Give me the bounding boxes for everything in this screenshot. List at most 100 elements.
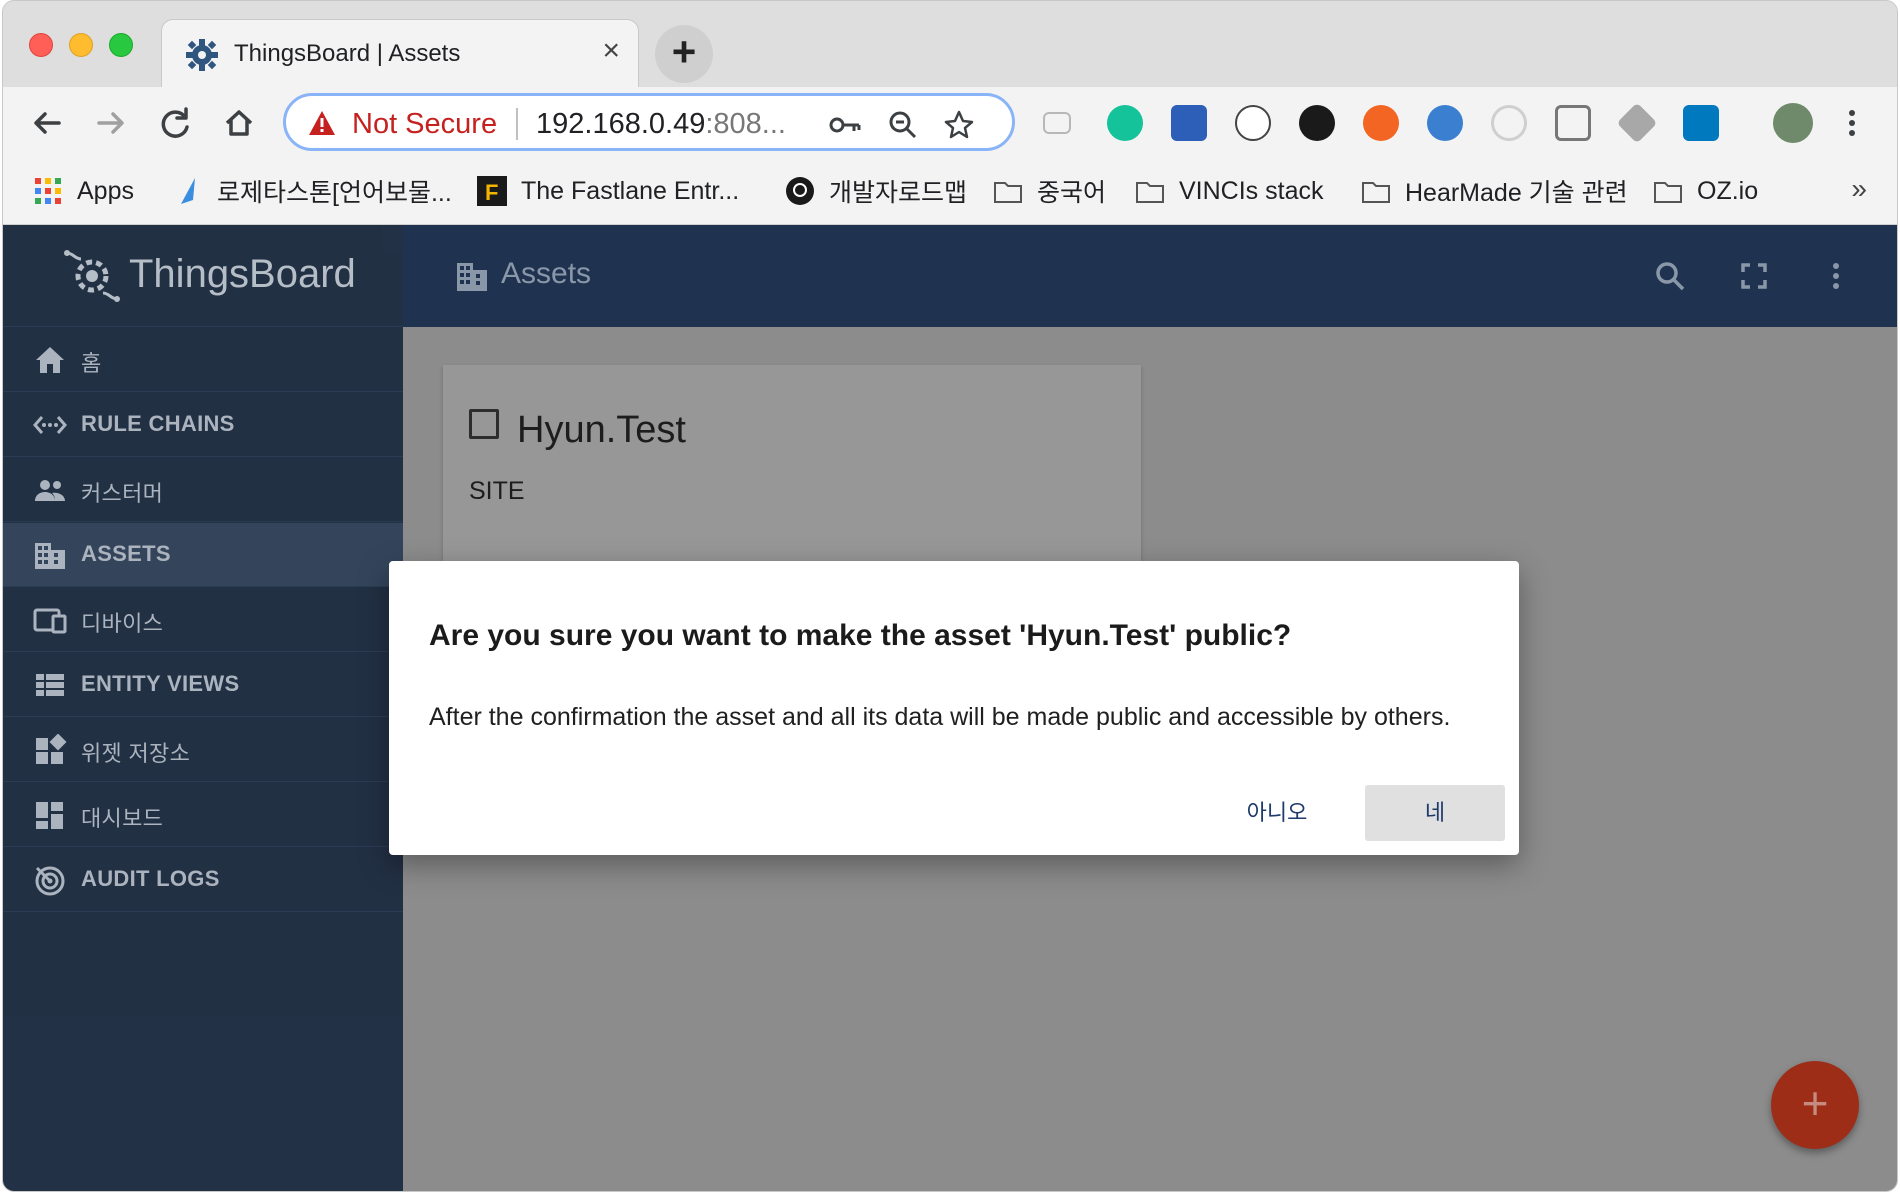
github-icon (786, 177, 814, 205)
tab-title: ThingsBoard | Assets (234, 40, 461, 67)
devices-icon (33, 608, 67, 634)
bookmarks-overflow-icon[interactable]: » (1851, 173, 1867, 205)
back-arrow-icon[interactable] (25, 101, 69, 145)
tab-close-icon[interactable]: × (602, 36, 620, 66)
more-vert-icon[interactable] (1819, 259, 1853, 293)
dialog-message: After the confirmation the asset and all… (429, 703, 1451, 731)
zoom-window-button[interactable] (109, 33, 133, 57)
page-title: Assets (501, 257, 592, 290)
confirm-dialog: Are you sure you want to make the asset … (389, 561, 1519, 855)
svg-text:F: F (485, 180, 498, 205)
fastlane-icon: F (477, 176, 507, 206)
home-icon[interactable] (217, 101, 261, 145)
sidebar-item-entity-views[interactable]: ENTITY VIEWS (3, 653, 403, 717)
tab-thingsboard-assets[interactable]: ThingsBoard | Assets × (161, 19, 639, 87)
tab-strip: ThingsBoard | Assets × + (3, 1, 1897, 87)
grammarly-icon[interactable] (1107, 105, 1143, 141)
bookmark-item[interactable]: 중국어 (993, 173, 1106, 209)
json-extension-icon[interactable] (1235, 105, 1271, 141)
bookmark-label: Apps (77, 176, 134, 205)
bookmark-item[interactable]: OZ.io (1653, 173, 1758, 209)
sidebar-item-widgets[interactable]: 위젯 저장소 (3, 718, 403, 782)
globe-extension-icon[interactable] (1427, 105, 1463, 141)
confirm-button[interactable]: 네 (1365, 785, 1505, 841)
search-icon[interactable] (1653, 259, 1687, 293)
bookmark-item[interactable]: F The Fastlane Entr... (477, 173, 739, 209)
asset-card[interactable]: Hyun.Test SITE (443, 365, 1141, 575)
folder-icon (994, 182, 1022, 203)
url-rest: :808... (705, 108, 786, 140)
reload-icon[interactable] (153, 101, 197, 145)
add-asset-button[interactable]: + (1771, 1061, 1859, 1149)
zoom-icon[interactable] (886, 108, 920, 142)
customers-icon (35, 480, 65, 501)
bookmarks-bar: Apps 로제타스톤[언어보물... F The Fastlane Entr..… (3, 159, 1897, 225)
browser-toolbar: Not Secure 192.168.0.49:808... (3, 87, 1897, 159)
widgets-icon (36, 734, 67, 764)
assets-building-icon (457, 263, 487, 291)
sidebar-item-home[interactable]: 홈 (3, 328, 403, 392)
cancel-button[interactable]: 아니오 (1223, 785, 1331, 841)
bookmark-item[interactable]: 개발자로드맵 (785, 173, 967, 209)
bookmark-label: OZ.io (1697, 176, 1759, 205)
sidebar-item-label: RULE CHAINS (81, 411, 235, 436)
tag-extension-icon[interactable] (1616, 102, 1658, 144)
rule-chains-icon (33, 416, 67, 434)
address-bar[interactable]: Not Secure 192.168.0.49:808... (283, 93, 1015, 151)
bookmark-item[interactable]: VINCIs stack (1135, 173, 1323, 209)
warning-icon (309, 111, 335, 135)
bookmark-label: The Fastlane Entr... (521, 176, 740, 205)
entity-views-icon (36, 674, 64, 696)
sidebar-item-label: ASSETS (81, 541, 171, 566)
folder-icon (1362, 182, 1390, 203)
dashboard-icon (36, 802, 63, 829)
app-toolbar: Assets (403, 225, 1897, 327)
lifebuoy-extension-icon[interactable] (1363, 105, 1399, 141)
bookmark-star-icon[interactable] (942, 108, 976, 142)
asset-type: SITE (469, 477, 525, 505)
trello-icon[interactable] (1683, 105, 1719, 141)
not-secure-label[interactable]: Not Secure (352, 108, 497, 141)
sidebar: ThingsBoard 홈 RULE CHAINS 커스터머 ASSETS 디바… (3, 225, 403, 1191)
asset-select-checkbox[interactable] (469, 409, 499, 439)
sidebar-item-rule-chains[interactable]: RULE CHAINS (3, 393, 403, 457)
sidebar-item-label: 디바이스 (81, 611, 164, 636)
browser-menu-icon[interactable] (1835, 101, 1869, 145)
bookmark-item[interactable]: 로제타스톤[언어보물... (173, 173, 452, 209)
omnibox-divider (516, 108, 518, 140)
profile-avatar[interactable] (1773, 103, 1813, 143)
audit-logs-icon (35, 866, 65, 896)
sidebar-item-devices[interactable]: 디바이스 (3, 588, 403, 652)
assets-building-icon (35, 543, 65, 569)
bookmark-item[interactable]: Apps (33, 173, 134, 209)
sidebar-item-audit-logs[interactable]: AUDIT LOGS (3, 848, 403, 912)
dialog-title: Are you sure you want to make the asset … (429, 619, 1292, 652)
asset-name: Hyun.Test (517, 409, 686, 451)
sidebar-item-customers[interactable]: 커스터머 (3, 458, 403, 522)
clock-extension-icon[interactable] (1299, 105, 1335, 141)
bookmark-label: 로제타스톤[언어보물... (217, 179, 452, 207)
url-host: 192.168.0.49 (536, 108, 706, 140)
url-text[interactable]: 192.168.0.49:808... (536, 108, 786, 141)
reader-extension-icon[interactable] (1555, 105, 1591, 141)
fullscreen-icon[interactable] (1737, 259, 1771, 293)
thingsboard-gear-icon (186, 39, 218, 71)
forward-arrow-icon[interactable] (89, 101, 133, 145)
rosetta-icon (181, 178, 195, 204)
extension-m-icon[interactable] (1043, 112, 1071, 134)
minimize-window-button[interactable] (69, 33, 93, 57)
g-extension-icon[interactable] (1491, 105, 1527, 141)
sidebar-item-dashboards[interactable]: 대시보드 (3, 783, 403, 847)
thingsboard-logo-icon (64, 250, 120, 302)
browser-window: ThingsBoard | Assets × + Not Secure 192.… (2, 0, 1898, 1192)
bookmark-extension-icon[interactable] (1171, 105, 1207, 141)
bookmark-label: 중국어 (1037, 179, 1107, 207)
bookmark-label: HearMade 기술 관련 (1405, 179, 1628, 207)
bookmark-item[interactable]: HearMade 기술 관련 (1361, 173, 1628, 209)
key-icon[interactable] (828, 108, 862, 142)
sidebar-item-label: 위젯 저장소 (81, 741, 191, 766)
new-tab-button[interactable]: + (655, 25, 713, 83)
close-window-button[interactable] (29, 33, 53, 57)
sidebar-item-assets[interactable]: ASSETS (3, 523, 403, 587)
sidebar-logo[interactable]: ThingsBoard (3, 225, 403, 327)
